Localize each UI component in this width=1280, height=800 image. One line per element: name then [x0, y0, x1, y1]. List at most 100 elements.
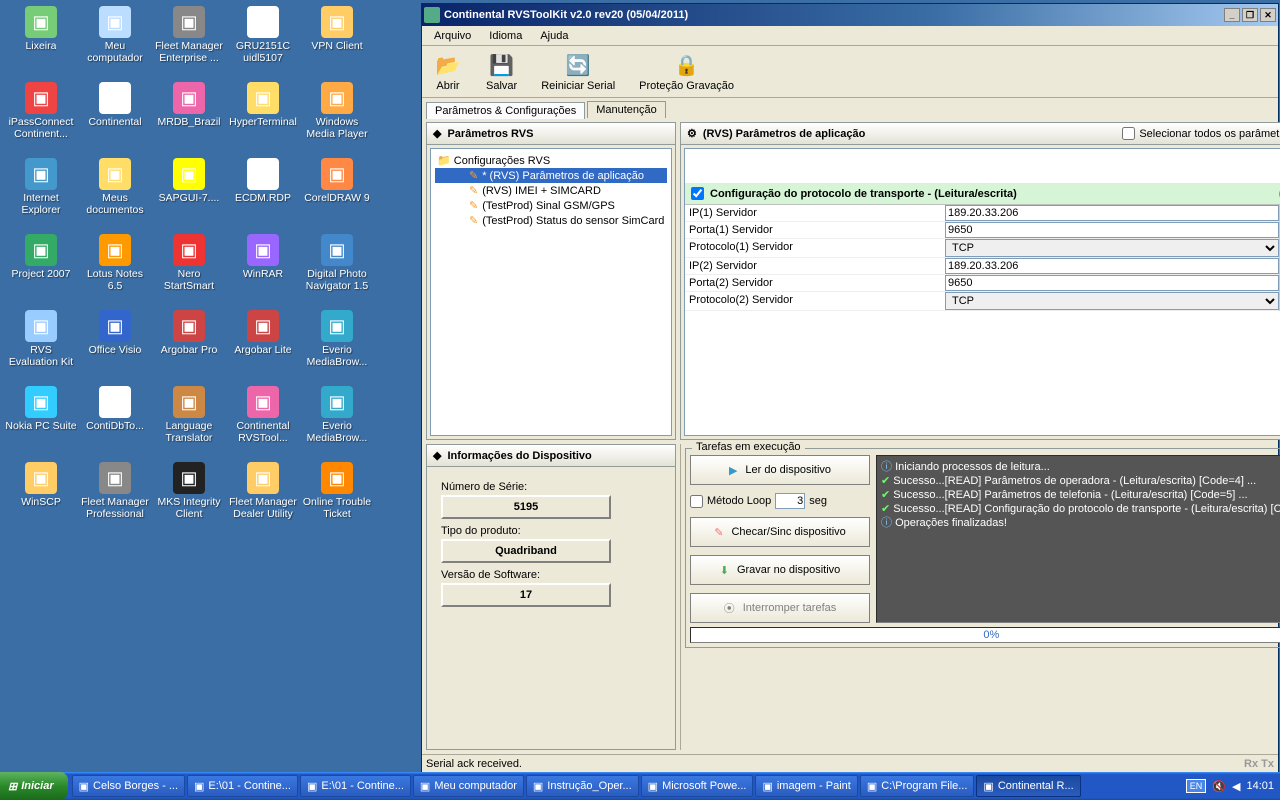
toolbar-salvar[interactable]: 💾Salvar — [482, 50, 521, 94]
taskbar-item[interactable]: ▣E:\01 - Contine... — [300, 775, 411, 797]
play-icon: ▶ — [729, 464, 737, 477]
param-value[interactable] — [945, 275, 1279, 292]
loop-value-input[interactable] — [775, 493, 805, 509]
desktop-icon[interactable]: ▣Everio MediaBrow... — [300, 308, 374, 380]
tab-manutencao[interactable]: Manutenção — [587, 101, 666, 118]
app-icon: ▣ — [25, 310, 57, 342]
desktop-icon[interactable]: ▣Argobar Lite — [226, 308, 300, 380]
toolbar-proteção-gravação[interactable]: 🔒Proteção Gravação — [635, 50, 738, 94]
tree-root[interactable]: 📁 Configurações RVS — [435, 153, 667, 168]
desktop-icon[interactable]: ▣GRU2151C uidl5107 — [226, 4, 300, 76]
desktop-icon[interactable]: ▣Meu computador — [78, 4, 152, 76]
taskbar-item[interactable]: ▣imagem - Paint — [755, 775, 857, 797]
param-value[interactable] — [945, 258, 1279, 275]
taskbar-item[interactable]: ▣Continental R... — [976, 775, 1080, 797]
param-value[interactable]: TCP — [945, 292, 1279, 311]
icon-label: Meus documentos — [79, 192, 151, 216]
close-button[interactable]: ✕ — [1260, 8, 1276, 22]
taskbar-item[interactable]: ▣Microsoft Powe... — [641, 775, 754, 797]
language-indicator[interactable]: EN — [1186, 779, 1207, 793]
tree[interactable]: 📁 Configurações RVS ✎* (RVS) Parâmetros … — [430, 148, 672, 436]
check-icon: ✎ — [714, 526, 723, 539]
taskbar-item[interactable]: ▣E:\01 - Contine... — [187, 775, 298, 797]
toolbar-abrir[interactable]: 📂Abrir — [430, 50, 466, 94]
minimize-button[interactable]: _ — [1224, 8, 1240, 22]
desktop-icon[interactable]: ▣HyperTerminal — [226, 80, 300, 152]
app-icon: ▣ — [173, 158, 205, 190]
desktop-icon[interactable]: ▣MKS Integrity Client — [152, 460, 226, 532]
desktop-icon[interactable]: ▣CorelDRAW 9 — [300, 156, 374, 228]
tree-item-gsm[interactable]: ✎(TestProd) Sinal GSM/GPS — [435, 198, 667, 213]
check-sync-button[interactable]: ✎Checar/Sinc dispositivo — [690, 517, 870, 547]
proteção gravação-icon: 🔒 — [673, 52, 701, 80]
desktop-icon[interactable]: ▣Continental — [78, 80, 152, 152]
icon-label: Online Trouble Ticket — [301, 496, 373, 520]
write-device-button[interactable]: ⬇Gravar no dispositivo — [690, 555, 870, 585]
taskbar-item[interactable]: ▣Instrução_Oper... — [526, 775, 639, 797]
desktop-icon[interactable]: ▣WinRAR — [226, 232, 300, 304]
param-value[interactable] — [945, 222, 1279, 239]
tab-parametros[interactable]: Parâmetros & Configurações — [426, 102, 585, 119]
taskbar-item[interactable]: ▣Meu computador — [413, 775, 524, 797]
desktop-icon[interactable]: ▣Everio MediaBrow... — [300, 384, 374, 456]
system-tray[interactable]: EN 🔇 ◀ 14:01 — [1180, 779, 1280, 793]
desktop-icon[interactable]: ▣Project 2007 — [4, 232, 78, 304]
desktop-icon[interactable]: ▣Nero StartSmart — [152, 232, 226, 304]
tree-item-simcard[interactable]: ✎(TestProd) Status do sensor SimCard — [435, 213, 667, 228]
start-button[interactable]: ⊞ Iniciar — [0, 772, 68, 800]
tray-icon[interactable]: 🔇 — [1212, 780, 1226, 793]
desktop-icon[interactable]: ▣Lixeira — [4, 4, 78, 76]
read-device-button[interactable]: ▶Ler do dispositivo — [690, 455, 870, 485]
desktop-icon[interactable]: ▣RVS Evaluation Kit — [4, 308, 78, 380]
select-all-checkbox[interactable]: Selecionar todos os parâmetros — [1122, 127, 1280, 140]
desktop-icon[interactable]: ▣Internet Explorer — [4, 156, 78, 228]
desktop-icon[interactable]: ▣Digital Photo Navigator 1.5 — [300, 232, 374, 304]
icon-label: Everio MediaBrow... — [301, 420, 373, 444]
icon-label: RVS Evaluation Kit — [5, 344, 77, 368]
desktop-icon[interactable]: ▣Fleet Manager Enterprise ... — [152, 4, 226, 76]
desktop-icon[interactable]: ▣WinSCP — [4, 460, 78, 532]
titlebar[interactable]: Continental RVSToolKit v2.0 rev20 (05/04… — [422, 4, 1278, 26]
desktop-icon[interactable]: ▣iPassConnect Continent... — [4, 80, 78, 152]
menu-ajuda[interactable]: Ajuda — [532, 28, 576, 44]
desktop-icon[interactable]: ▣ContiDbTo... — [78, 384, 152, 456]
desktop-icon[interactable]: ▣Office Visio — [78, 308, 152, 380]
desktop-icon[interactable]: ▣Online Trouble Ticket — [300, 460, 374, 532]
menu-arquivo[interactable]: Arquivo — [426, 28, 479, 44]
icon-label: Continental RVSTool... — [227, 420, 299, 444]
desktop-icon[interactable]: ▣Continental RVSTool... — [226, 384, 300, 456]
desktop-icon[interactable]: ▣Fleet Manager Dealer Utility — [226, 460, 300, 532]
desktop-icon[interactable]: ▣Argobar Pro — [152, 308, 226, 380]
desktop-icon[interactable]: ▣Fleet Manager Professional — [78, 460, 152, 532]
param-value[interactable]: TCP — [945, 239, 1279, 258]
desktop-icon[interactable]: ▣VPN Client — [300, 4, 374, 76]
toolbar-reiniciar-serial[interactable]: 🔄Reiniciar Serial — [537, 50, 619, 94]
desktop-icon[interactable]: ▣Lotus Notes 6.5 — [78, 232, 152, 304]
icon-label: Lixeira — [26, 40, 57, 52]
taskbar-item-icon: ▣ — [420, 780, 430, 793]
desktop-icon[interactable]: ▣Windows Media Player — [300, 80, 374, 152]
taskbar-item[interactable]: ▣Celso Borges - ... — [72, 775, 185, 797]
tray-icon[interactable]: ◀ — [1232, 780, 1240, 793]
desktop-icon[interactable]: ▣Language Translator — [152, 384, 226, 456]
tree-item-imei[interactable]: ✎(RVS) IMEI + SIMCARD — [435, 183, 667, 198]
desktop-icon[interactable]: ▣SAPGUI-7.... — [152, 156, 226, 228]
desktop-icon[interactable]: ▣Nokia PC Suite — [4, 384, 78, 456]
app-icon: ▣ — [99, 158, 131, 190]
menu-idioma[interactable]: Idioma — [481, 28, 530, 44]
desktop-icon[interactable]: ▣ECDM.RDP — [226, 156, 300, 228]
loop-method[interactable]: Método Loop seg — [690, 493, 870, 509]
log-output[interactable]: Iniciando processos de leitura...Sucesso… — [876, 455, 1280, 623]
icon-label: Fleet Manager Dealer Utility — [227, 496, 299, 520]
restore-button[interactable]: ❐ — [1242, 8, 1258, 22]
desktop-icon[interactable]: ▣MRDB_Brazil — [152, 80, 226, 152]
tree-item-app-params[interactable]: ✎* (RVS) Parâmetros de aplicação — [435, 168, 667, 183]
section-checkbox[interactable] — [691, 187, 704, 200]
param-value[interactable] — [945, 205, 1279, 222]
icon-label: Nero StartSmart — [153, 268, 225, 292]
product-label: Tipo do produto: — [441, 525, 661, 537]
clock[interactable]: 14:01 — [1246, 780, 1274, 792]
desktop-icon[interactable]: ▣Meus documentos — [78, 156, 152, 228]
section-header[interactable]: Configuração do protocolo de transporte … — [685, 183, 1280, 205]
taskbar-item[interactable]: ▣C:\Program File... — [860, 775, 975, 797]
